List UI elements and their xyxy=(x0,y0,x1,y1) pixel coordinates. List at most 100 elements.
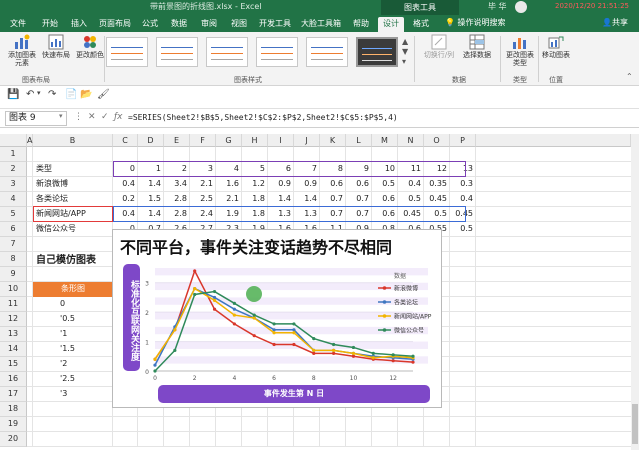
change-chart-type-button[interactable]: 更改图表类型 xyxy=(505,34,535,67)
tab-2[interactable]: 插入 xyxy=(66,17,92,32)
data-cell[interactable]: 0.5 xyxy=(450,222,476,237)
name-box[interactable]: 图表 9 xyxy=(5,111,67,126)
row-header[interactable]: 16 xyxy=(0,372,27,387)
row-header[interactable]: 12 xyxy=(0,312,27,327)
column-header[interactable]: O xyxy=(424,134,450,147)
data-cell[interactable]: 2.1 xyxy=(190,177,216,192)
undo-dropdown-icon[interactable]: ▾ xyxy=(37,89,41,97)
tab-11[interactable]: 设计 xyxy=(378,17,404,32)
tell-me-search[interactable]: 💡 操作说明搜索 xyxy=(445,17,506,28)
save-icon[interactable]: 💾 xyxy=(7,89,19,100)
data-cell[interactable]: 2.5 xyxy=(190,192,216,207)
data-cell[interactable]: 0.7 xyxy=(320,192,346,207)
data-cell[interactable]: 1.4 xyxy=(138,177,164,192)
select-all-corner[interactable] xyxy=(0,134,27,147)
row-header[interactable]: 1 xyxy=(0,147,27,162)
data-cell[interactable]: 0.3 xyxy=(450,177,476,192)
scrollbar-thumb[interactable] xyxy=(632,404,638,444)
tab-7[interactable]: 视图 xyxy=(226,17,252,32)
row-label-cell[interactable]: 新浪微博 xyxy=(36,177,112,192)
column-header[interactable]: L xyxy=(346,134,372,147)
list-item[interactable]: 0 xyxy=(60,297,112,312)
column-header[interactable]: C xyxy=(113,134,138,147)
undo-icon[interactable]: ↶ xyxy=(26,89,34,100)
vertical-scrollbar[interactable] xyxy=(631,134,639,450)
open-file-icon[interactable]: 📂 xyxy=(80,89,92,100)
gallery-scroll-down-icon[interactable]: ▼ xyxy=(402,47,408,56)
list-item[interactable]: '1.5 xyxy=(60,342,112,357)
insert-function-icon[interactable]: ƒx xyxy=(114,112,123,122)
data-cell[interactable]: 0.6 xyxy=(372,192,398,207)
data-cell[interactable]: 0.5 xyxy=(398,192,424,207)
list-item[interactable]: '0.5 xyxy=(60,312,112,327)
chart-object[interactable]: 不同平台，事件关注变话趋势不尽相同 标准化互联网关注度 0 1 2 3 0 2 4 6 8 10 1… xyxy=(112,229,442,408)
column-header[interactable]: M xyxy=(372,134,398,147)
select-data-button[interactable]: 选择数据 xyxy=(460,34,494,59)
share-button[interactable]: 👤共享 xyxy=(602,17,628,28)
new-file-icon[interactable]: 📄 xyxy=(65,89,77,100)
list-item[interactable]: '2.5 xyxy=(60,372,112,387)
data-cell[interactable]: 1.5 xyxy=(138,192,164,207)
data-cell[interactable]: 0.6 xyxy=(320,177,346,192)
column-header[interactable]: P xyxy=(450,134,476,147)
list-item[interactable]: '3 xyxy=(60,387,112,402)
row-header[interactable]: 19 xyxy=(0,417,27,432)
row-label-cell[interactable]: 微信公众号 xyxy=(36,222,112,237)
column-header[interactable]: B xyxy=(33,134,113,147)
chart-style-5[interactable] xyxy=(306,37,348,67)
tab-12[interactable]: 格式 xyxy=(408,17,434,32)
data-cell[interactable]: 0.45 xyxy=(424,192,450,207)
chart-style-3[interactable] xyxy=(206,37,248,67)
row-header[interactable]: 5 xyxy=(0,207,27,222)
change-colors-button[interactable]: 更改颜色 xyxy=(76,34,104,59)
tab-1[interactable]: 开始 xyxy=(38,17,62,32)
avatar[interactable] xyxy=(515,1,527,13)
add-chart-element-button[interactable]: 添加图表元素 xyxy=(6,34,38,67)
switch-row-column-button[interactable]: 切换行/列 xyxy=(422,34,456,59)
tab-5[interactable]: 数据 xyxy=(166,17,192,32)
x-axis-title[interactable]: 事件发生第 N 日 xyxy=(158,385,430,403)
chart-style-2[interactable] xyxy=(156,37,198,67)
redo-icon[interactable]: ↷ xyxy=(48,89,56,100)
row-header[interactable]: 8 xyxy=(0,252,27,267)
row-header[interactable]: 20 xyxy=(0,432,27,447)
data-cell[interactable]: 0.5 xyxy=(372,177,398,192)
chart-style-1[interactable] xyxy=(106,37,148,67)
data-cell[interactable]: 0.6 xyxy=(346,177,372,192)
column-header[interactable]: G xyxy=(216,134,242,147)
collapse-ribbon-icon[interactable]: ⌃ xyxy=(626,72,633,81)
data-cell[interactable]: 1.4 xyxy=(268,192,294,207)
column-header[interactable]: J xyxy=(294,134,320,147)
data-cell[interactable]: 0.9 xyxy=(268,177,294,192)
row-header[interactable]: 6 xyxy=(0,222,27,237)
cancel-icon[interactable]: ✕ xyxy=(88,112,96,122)
row-header[interactable]: 4 xyxy=(0,192,27,207)
tab-6[interactable]: 审阅 xyxy=(196,17,222,32)
data-cell[interactable]: 1.4 xyxy=(294,192,320,207)
tab-10[interactable]: 帮助 xyxy=(348,17,374,32)
data-cell[interactable]: 0.2 xyxy=(113,192,138,207)
data-cell[interactable]: 0.7 xyxy=(346,192,372,207)
move-chart-button[interactable]: 移动图表 xyxy=(541,34,571,59)
tab-9[interactable]: 大脸工具箱 xyxy=(298,17,344,32)
row-header[interactable]: 9 xyxy=(0,267,27,282)
row-label-cell[interactable]: 各类论坛 xyxy=(36,192,112,207)
data-cell[interactable]: 3.4 xyxy=(164,177,190,192)
tab-8[interactable]: 开发工具 xyxy=(256,17,294,32)
format-painter-icon[interactable]: 🖌 xyxy=(97,89,110,100)
list-item[interactable]: '1 xyxy=(60,327,112,342)
enter-icon[interactable]: ✓ xyxy=(101,112,109,122)
tab-4[interactable]: 公式 xyxy=(138,17,162,32)
row-header[interactable]: 17 xyxy=(0,387,27,402)
quick-layout-button[interactable]: 快速布局 xyxy=(40,34,72,59)
data-cell[interactable]: 0.35 xyxy=(424,177,450,192)
name-box-dropdown-icon[interactable]: ▾ xyxy=(59,112,63,120)
row-header[interactable]: 18 xyxy=(0,402,27,417)
list-header-cell[interactable]: 条形图 xyxy=(33,282,113,297)
data-cell[interactable]: 0.4 xyxy=(113,177,138,192)
chart-plot[interactable]: 01230 2 4 6 8 10 12数据新浪微博各类论坛新闻网站/APP微信公众号 xyxy=(113,230,443,409)
row-header[interactable]: 10 xyxy=(0,282,27,297)
data-cell[interactable]: 0.4 xyxy=(398,177,424,192)
column-header[interactable]: H xyxy=(242,134,268,147)
row-header[interactable]: 13 xyxy=(0,327,27,342)
